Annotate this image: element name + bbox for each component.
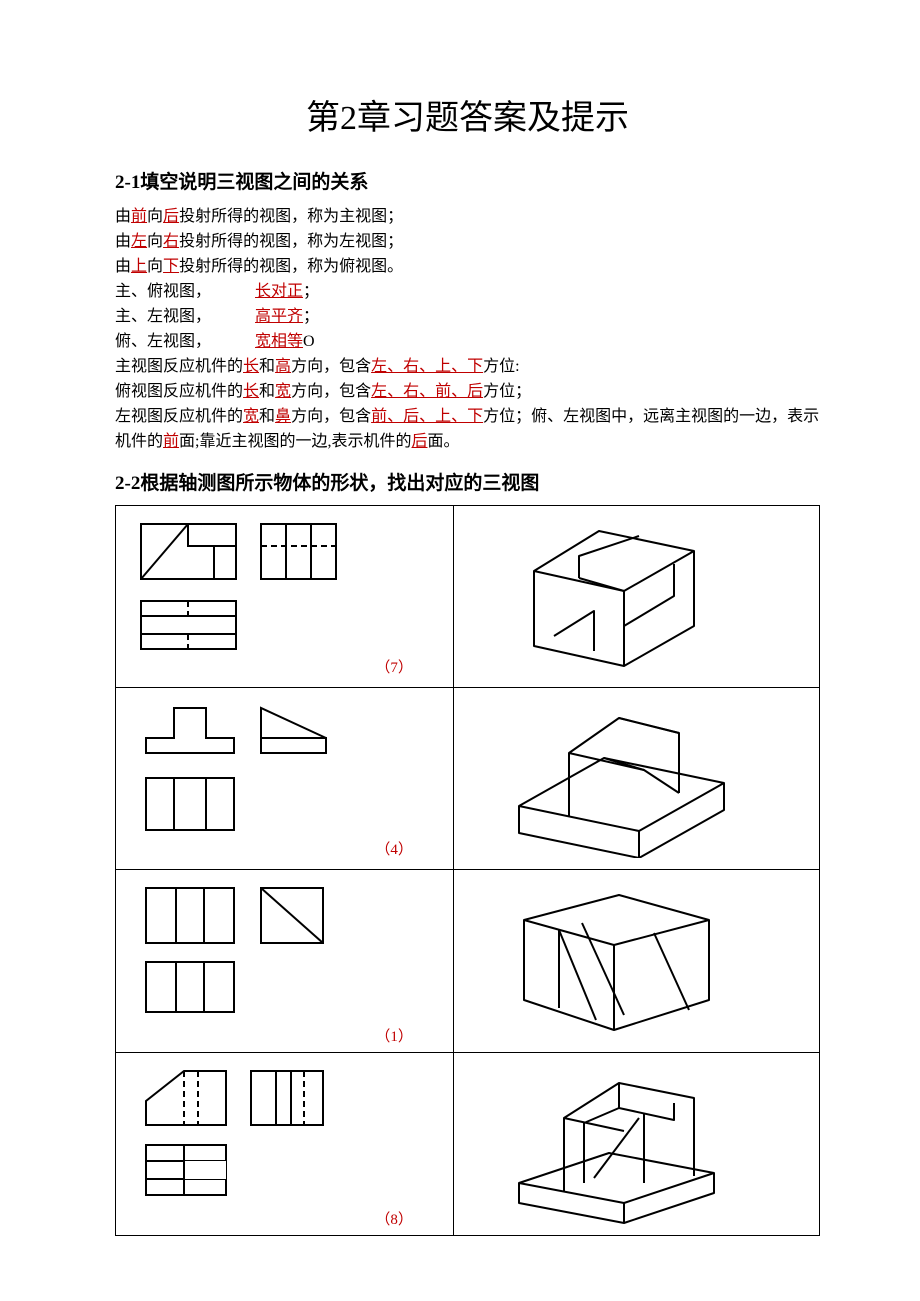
txt: 向	[147, 233, 163, 250]
blank: 前	[163, 433, 179, 450]
txt: 由	[115, 233, 131, 250]
txt: 投射所得的视图，称为主视图；	[179, 208, 403, 225]
txt: 方位:	[483, 358, 519, 375]
blank: 左	[131, 233, 147, 250]
txt: 和	[259, 358, 275, 375]
table-row: （7）	[116, 506, 820, 688]
txt: ；	[303, 308, 319, 325]
line-9: 左视图反应机件的宽和鼻方向，包含前、后、上、下方位；俯、左视图中，远离主视图的一…	[115, 404, 820, 454]
page-title: 第2章习题答案及提示	[115, 90, 820, 139]
txt: 向	[147, 208, 163, 225]
isometric-diagram-3	[464, 880, 764, 1040]
blank: 上	[131, 258, 147, 275]
section-heading-2-2: 2-2根据轴测图所示物体的形状，找出对应的三视图	[115, 468, 820, 495]
txt: 主、俯视图，	[115, 283, 211, 300]
isometric-diagram-4	[464, 1063, 764, 1228]
line-3: 由上向下投射所得的视图，称为俯视图。	[115, 254, 820, 279]
txt: ；	[303, 283, 319, 300]
blank: 左、右、前、后	[371, 383, 483, 400]
blank: 后	[411, 433, 427, 450]
txt: 方位；	[483, 383, 531, 400]
line-6: 俯、左视图， 宽相等O	[115, 329, 820, 354]
txt: 和	[259, 383, 275, 400]
blank: 长对正	[255, 283, 303, 300]
isometric-cell	[453, 870, 819, 1053]
txt: 俯视图反应机件的	[115, 383, 243, 400]
line-5: 主、左视图， 高平齐；	[115, 304, 820, 329]
blank: 长	[243, 358, 259, 375]
txt: 方向，包含	[291, 358, 371, 375]
views-cell: （8）	[116, 1053, 454, 1236]
blank: 前、后、上、下	[371, 408, 483, 425]
blank: 鼻	[275, 408, 291, 425]
txt: 方向，包含	[291, 383, 371, 400]
blank: 宽	[243, 408, 259, 425]
views-cell: （1）	[116, 870, 454, 1053]
matching-table: （7）	[115, 505, 820, 1236]
table-row: （1）	[116, 870, 820, 1053]
heading-number: 2-1	[115, 172, 140, 193]
answer-number: （4）	[126, 838, 443, 859]
txt: O	[303, 333, 315, 350]
three-view-diagram-1	[126, 516, 356, 656]
line-2: 由左向右投射所得的视图，称为左视图；	[115, 229, 820, 254]
isometric-diagram-2	[464, 698, 764, 858]
heading-text: 填空说明三视图之间的关系	[140, 172, 368, 193]
section-heading-2-1: 2-1填空说明三视图之间的关系	[115, 167, 820, 194]
blank: 宽	[275, 383, 291, 400]
heading-text: 根据轴测图所示物体的形状，找出对应的三视图	[140, 473, 539, 494]
blank: 右	[163, 233, 179, 250]
txt: 投射所得的视图，称为俯视图。	[179, 258, 403, 275]
three-view-diagram-4	[126, 1063, 356, 1208]
line-1: 由前向后投射所得的视图，称为主视图；	[115, 204, 820, 229]
blank: 宽相等	[255, 333, 303, 350]
blank: 左、右、上、下	[371, 358, 483, 375]
answer-number: （8）	[126, 1208, 443, 1229]
table-row: （4）	[116, 688, 820, 870]
txt: 方向，包含	[291, 408, 371, 425]
isometric-diagram-1	[464, 516, 764, 676]
blank: 高	[275, 358, 291, 375]
line-7: 主视图反应机件的长和高方向，包含左、右、上、下方位:	[115, 354, 820, 379]
blank: 长	[243, 383, 259, 400]
answer-number: （7）	[126, 656, 443, 677]
blank: 下	[163, 258, 179, 275]
line-8: 俯视图反应机件的长和宽方向，包含左、右、前、后方位；	[115, 379, 820, 404]
blank: 后	[163, 208, 179, 225]
txt: 面;靠近主视图的一边,表示机件的	[179, 433, 411, 450]
blank: 前	[131, 208, 147, 225]
answer-number: （1）	[126, 1025, 443, 1046]
views-cell: （7）	[116, 506, 454, 688]
txt: 左视图反应机件的	[115, 408, 243, 425]
three-view-diagram-2	[126, 698, 356, 838]
txt: 和	[259, 408, 275, 425]
isometric-cell	[453, 506, 819, 688]
answer-block-2-1: 由前向后投射所得的视图，称为主视图； 由左向右投射所得的视图，称为左视图； 由上…	[115, 204, 820, 454]
txt: 由	[115, 258, 131, 275]
txt: 主视图反应机件的	[115, 358, 243, 375]
document-page: 第2章习题答案及提示 2-1填空说明三视图之间的关系 由前向后投射所得的视图，称…	[0, 0, 920, 1276]
line-4: 主、俯视图， 长对正；	[115, 279, 820, 304]
isometric-cell	[453, 1053, 819, 1236]
txt: 俯、左视图，	[115, 333, 211, 350]
views-cell: （4）	[116, 688, 454, 870]
heading-number: 2-2	[115, 473, 140, 494]
txt: 面。	[428, 433, 460, 450]
txt: 投射所得的视图，称为左视图；	[179, 233, 403, 250]
table-row: （8）	[116, 1053, 820, 1236]
txt: 由	[115, 208, 131, 225]
isometric-cell	[453, 688, 819, 870]
txt: 主、左视图，	[115, 308, 211, 325]
three-view-diagram-3	[126, 880, 356, 1025]
txt: 向	[147, 258, 163, 275]
blank: 高平齐	[255, 308, 303, 325]
